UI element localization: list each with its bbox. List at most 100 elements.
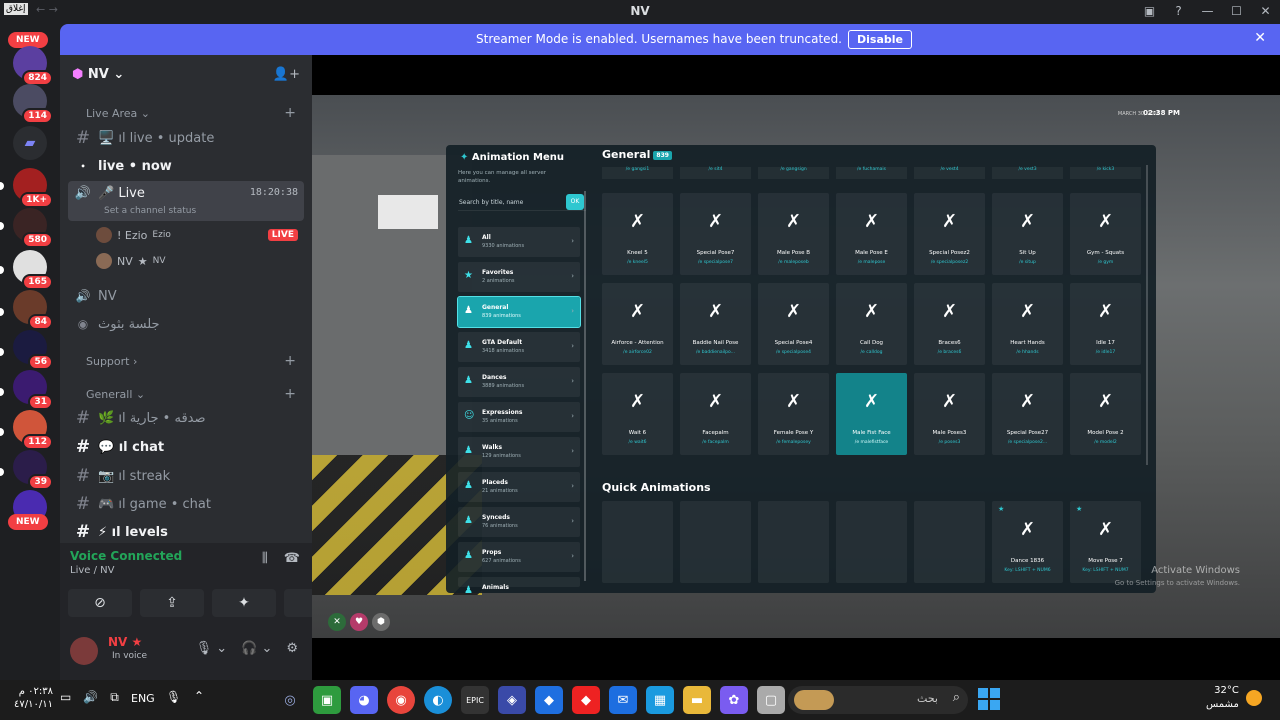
- category-item[interactable]: ♟ All 9330 animations ›: [458, 227, 580, 257]
- grid-scrollbar[interactable]: [1146, 165, 1148, 465]
- channel-live-now[interactable]: • live • now: [68, 153, 304, 179]
- add-channel-icon[interactable]: +: [284, 353, 296, 369]
- animation-tile[interactable]: ✗ Idle 17/e idle17: [1070, 283, 1141, 365]
- server-icon[interactable]: 84: [13, 290, 53, 330]
- animation-tile[interactable]: ✗ Special Pose7/e specialpose7: [680, 193, 751, 275]
- animation-tile[interactable]: ✗ Male Pose E/e malepose: [836, 193, 907, 275]
- chrome-icon[interactable]: ◉: [387, 686, 415, 714]
- epic-games-icon[interactable]: EPIC: [461, 686, 489, 714]
- quick-slot[interactable]: [758, 501, 829, 583]
- category-scrollbar[interactable]: [584, 191, 586, 581]
- category-item[interactable]: ♟ Placeds 21 animations ›: [458, 472, 580, 502]
- animation-tile[interactable]: ✗ Kneel 5/e kneel5: [602, 193, 673, 275]
- invite-icon[interactable]: 👤+: [273, 67, 300, 82]
- set-status-link[interactable]: Set a channel status: [104, 206, 196, 216]
- animation-tile[interactable]: ✗ Airforce - Attention/e airforce02: [602, 283, 673, 365]
- channel-game-chat[interactable]: # 🎮 ıl game • chat: [68, 491, 304, 517]
- animation-tile-partial[interactable]: /e fuchamais: [836, 167, 907, 179]
- quick-slot[interactable]: [836, 501, 907, 583]
- animation-tile[interactable]: ✗ Male Pose B/e maleposeb: [758, 193, 829, 275]
- search-box[interactable]: بحث ⌕: [788, 686, 968, 714]
- category-item[interactable]: ♟ General 839 animations ›: [457, 296, 581, 328]
- server-icon[interactable]: 39: [13, 450, 53, 490]
- clock[interactable]: ٠٢:٣٨ م ٤٧/١٠/١١: [14, 685, 53, 711]
- voice-user[interactable]: ! Ezio Ezio: [96, 227, 171, 243]
- steam-icon[interactable]: ◎: [276, 686, 304, 714]
- headphones-icon[interactable]: 🎧 ⌄: [241, 641, 272, 656]
- server-icon[interactable]: 1K+: [13, 168, 53, 208]
- category-item[interactable]: ♟ Animals: [458, 577, 580, 596]
- category-item[interactable]: ♟ Synceds 76 animations ›: [458, 507, 580, 537]
- category-live-area[interactable]: Live Area ⌄: [86, 107, 150, 120]
- disconnect-icon[interactable]: ☎: [284, 551, 300, 566]
- animation-tile[interactable]: ✗ Facepalm/e facepalm: [680, 373, 751, 455]
- mic-icon[interactable]: 🎙: [166, 690, 181, 704]
- folder-icon[interactable]: ▰: [13, 126, 47, 160]
- server-icon[interactable]: 824: [13, 46, 53, 86]
- channel-chat[interactable]: # 💬 ıl chat: [68, 434, 304, 460]
- camera-off-button[interactable]: ⊘: [68, 589, 132, 617]
- app-icon[interactable]: ◈: [498, 686, 526, 714]
- activities-button[interactable]: ✦: [212, 589, 276, 617]
- channel-streak[interactable]: # 📷 ıl streak: [68, 463, 304, 489]
- animation-tile-partial[interactable]: /e gangsign: [758, 167, 829, 179]
- animation-tile[interactable]: ✗ Wait 6/e wait6: [602, 373, 673, 455]
- quick-slot[interactable]: [602, 501, 673, 583]
- animation-tile[interactable]: ✗ Sit Up/e situp: [992, 193, 1063, 275]
- voice-user[interactable]: NV ★ NV: [96, 253, 166, 269]
- server-header[interactable]: ⬢ NV ⌄: [72, 67, 124, 82]
- screen-share-button[interactable]: ⇪: [140, 589, 204, 617]
- quick-slot[interactable]: [680, 501, 751, 583]
- quick-slot[interactable]: ★ ✗ Dance 1836 Key: LSHIFT + NUM6: [992, 501, 1063, 583]
- avatar[interactable]: [70, 637, 98, 665]
- animation-tile-partial[interactable]: /e vest4: [914, 167, 985, 179]
- category-item[interactable]: ♟ Props 627 animations ›: [458, 542, 580, 572]
- discord-icon[interactable]: ◕: [350, 686, 378, 714]
- server-icon[interactable]: 31: [13, 370, 53, 410]
- add-channel-icon[interactable]: +: [284, 105, 296, 121]
- outlook-icon[interactable]: ✉: [609, 686, 637, 714]
- category-item[interactable]: ♟ Dances 3889 animations ›: [458, 367, 580, 397]
- windows-start-icon[interactable]: [978, 688, 1000, 710]
- copilot-icon[interactable]: ✿: [720, 686, 748, 714]
- animation-tile[interactable]: ✗ Baddie Nail Pose/e baddienailpo...: [680, 283, 751, 365]
- animation-tile[interactable]: ✗ Heart Hands/e hhands: [992, 283, 1063, 365]
- server-icon[interactable]: 114: [13, 84, 53, 124]
- close-button[interactable]: ✕: [1251, 4, 1280, 18]
- channel-levels[interactable]: # ⚡ ıl levels: [68, 519, 304, 545]
- animation-tile[interactable]: ✗ Special Pose27/e specialpose2...: [992, 373, 1063, 455]
- animation-tile[interactable]: ✗ Special Posez2/e specialposez2: [914, 193, 985, 275]
- category-item[interactable]: ♟ Walks 129 animations ›: [458, 437, 580, 467]
- voice-status[interactable]: Voice Connected: [70, 549, 182, 563]
- inbox-icon[interactable]: ▣: [1135, 4, 1164, 18]
- mic-icon[interactable]: 🎙 ⌄: [196, 641, 228, 656]
- animation-tile[interactable]: ✗ Special Pose4/e specialpose4: [758, 283, 829, 365]
- category-support[interactable]: Support ›: [86, 355, 137, 368]
- voice-channel-live[interactable]: 🔊 🎤 Live 18:20:38 Set a channel status: [68, 181, 304, 221]
- category-item[interactable]: ★ Favorites 2 animations ›: [458, 262, 580, 292]
- volume-icon[interactable]: 🔊: [83, 690, 98, 705]
- quick-slot[interactable]: [914, 501, 985, 583]
- stream-view[interactable]: MARCH 30, 2026 02:38 PM ✦ Animation Menu…: [312, 55, 1280, 680]
- stage-channel[interactable]: ◉ جلسة بثوث: [68, 311, 304, 337]
- server-icon[interactable]: 165: [13, 250, 53, 290]
- animation-tile[interactable]: ✗ Male Poses3/e poses3: [914, 373, 985, 455]
- terminal-icon[interactable]: ▣: [313, 686, 341, 714]
- category-item[interactable]: ♟ GTA Default 3418 animations ›: [458, 332, 580, 362]
- animation-tile-partial[interactable]: /e vest3: [992, 167, 1063, 179]
- animation-tile[interactable]: ✗ Gym - Squats/e gym: [1070, 193, 1141, 275]
- animation-tile-partial[interactable]: /e sit4: [680, 167, 751, 179]
- maximize-button[interactable]: ☐: [1222, 4, 1251, 18]
- add-channel-icon[interactable]: +: [284, 386, 296, 402]
- minimize-button[interactable]: —: [1193, 4, 1222, 18]
- animation-tile[interactable]: ✗ Female Pose Y/e femaleposey: [758, 373, 829, 455]
- server-icon[interactable]: 56: [13, 330, 53, 370]
- language-indicator[interactable]: ENG: [131, 692, 155, 705]
- chevron-up-icon[interactable]: ⌃: [194, 689, 204, 703]
- edge-icon[interactable]: ◐: [424, 686, 452, 714]
- channel-live-update[interactable]: # 🖥️ ıl live • update: [68, 125, 304, 151]
- voice-channel-nv[interactable]: 🔊 NV: [68, 283, 304, 309]
- animation-tile[interactable]: ✗ Braces6/e braces6: [914, 283, 985, 365]
- display-icon[interactable]: ⧉: [110, 690, 119, 705]
- animation-tile-partial[interactable]: /e gangsi1: [602, 167, 673, 179]
